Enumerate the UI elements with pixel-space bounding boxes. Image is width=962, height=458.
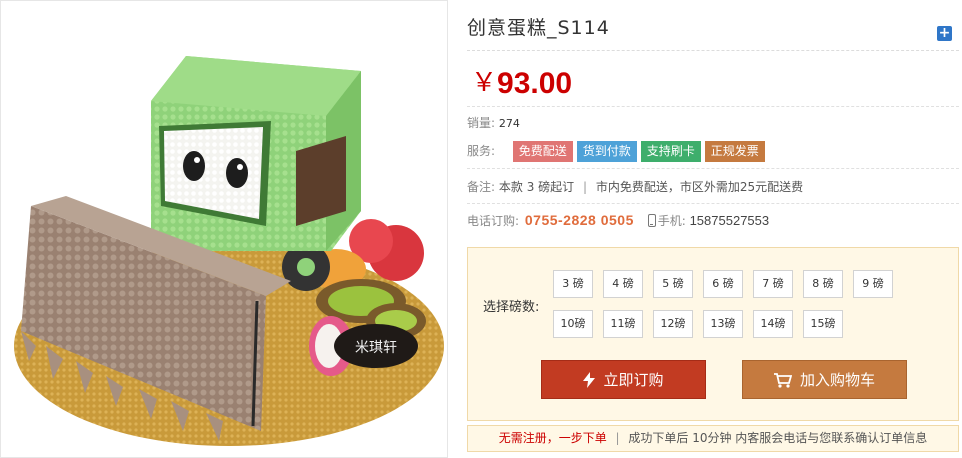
phone-row: 电话订购: 0755-2828 0505 手机: 15875527553: [467, 212, 769, 229]
note-label: 备注:: [467, 180, 496, 194]
note-min-order: 本款 3 磅起订: [498, 180, 575, 194]
size-option-6[interactable]: 6 磅: [703, 270, 743, 298]
service-divider: [467, 168, 959, 169]
sales-value: 274: [498, 117, 520, 130]
note-divider: [467, 203, 959, 204]
phone-number: 0755-2828 0505: [524, 212, 634, 228]
size-option-4[interactable]: 4 磅: [603, 270, 643, 298]
brand-watermark: 米琪轩: [355, 340, 397, 356]
currency-symbol: ￥: [471, 67, 498, 97]
size-option-11[interactable]: 11磅: [603, 310, 643, 338]
add-to-cart-button[interactable]: 加入购物车: [742, 360, 907, 399]
cart-icon: [773, 373, 793, 388]
title-divider: [467, 50, 959, 51]
product-info-panel: 创意蛋糕_S114 + ￥93.00 销量: 274 服务: 免费配送 货到付款支…: [467, 0, 959, 458]
size-option-9[interactable]: 9 磅: [853, 270, 893, 298]
order-now-label: 立即订购: [603, 371, 664, 389]
size-option-15[interactable]: 15磅: [803, 310, 843, 338]
order-tip-bar: 无需注册，一步下单 | 成功下单后 10分钟 内客服会电话与您联系确认订单信息: [467, 425, 959, 452]
mobile-number: 15875527553: [689, 213, 770, 228]
lightning-icon: [583, 372, 596, 388]
order-now-button[interactable]: 立即订购: [541, 360, 706, 399]
plus-icon[interactable]: +: [937, 26, 952, 41]
size-option-13[interactable]: 13磅: [703, 310, 743, 338]
service-tag-invoice: 正规发票: [704, 141, 765, 162]
options-box: 选择磅数: 3 磅 4 磅 5 磅 6 磅 7 磅 8 磅 9 磅 10磅 11…: [467, 247, 959, 421]
service-tag-cash-on-delivery: 货到付款: [576, 141, 637, 162]
size-option-8[interactable]: 8 磅: [803, 270, 843, 298]
sales-row: 销量: 274: [467, 114, 520, 131]
mobile-label: 手机:: [657, 214, 686, 228]
size-select-label: 选择磅数:: [483, 300, 540, 315]
sales-label: 销量:: [467, 116, 496, 130]
note-row: 备注: 本款 3 磅起订 | 市内免费配送，市区外需加25元配送费: [467, 178, 803, 195]
service-tag-card-payment: 支持刷卡: [640, 141, 701, 162]
size-option-12[interactable]: 12磅: [653, 310, 693, 338]
service-label: 服务:: [467, 144, 496, 158]
note-separator: |: [582, 180, 588, 194]
tip-no-register: 无需注册，一步下单: [498, 431, 607, 445]
price-value: 93.00: [497, 67, 573, 100]
price-divider: [467, 106, 959, 107]
size-option-7[interactable]: 7 磅: [753, 270, 793, 298]
note-delivery: 市内免费配送，市区外需加25元配送费: [595, 180, 804, 194]
size-option-14[interactable]: 14磅: [753, 310, 793, 338]
phone-label: 电话订购:: [467, 214, 520, 228]
service-row: 服务: 免费配送 货到付款 支持刷卡 正规发票: [467, 141, 769, 162]
product-price: ￥93.00: [471, 62, 572, 101]
product-title: 创意蛋糕_S114: [467, 17, 610, 39]
tip-separator: |: [615, 431, 620, 445]
service-tag-free-delivery: 免费配送: [512, 141, 573, 162]
add-to-cart-label: 加入购物车: [799, 371, 875, 389]
size-option-10[interactable]: 10磅: [553, 310, 593, 338]
mobile-phone-icon: [647, 214, 656, 227]
size-option-3[interactable]: 3 磅: [553, 270, 593, 298]
tip-confirm-text: 成功下单后 10分钟 内客服会电话与您联系确认订单信息: [628, 431, 928, 445]
product-image: 米琪轩: [0, 0, 448, 458]
size-option-5[interactable]: 5 磅: [653, 270, 693, 298]
cake-illustration: 米琪轩: [14, 56, 444, 446]
